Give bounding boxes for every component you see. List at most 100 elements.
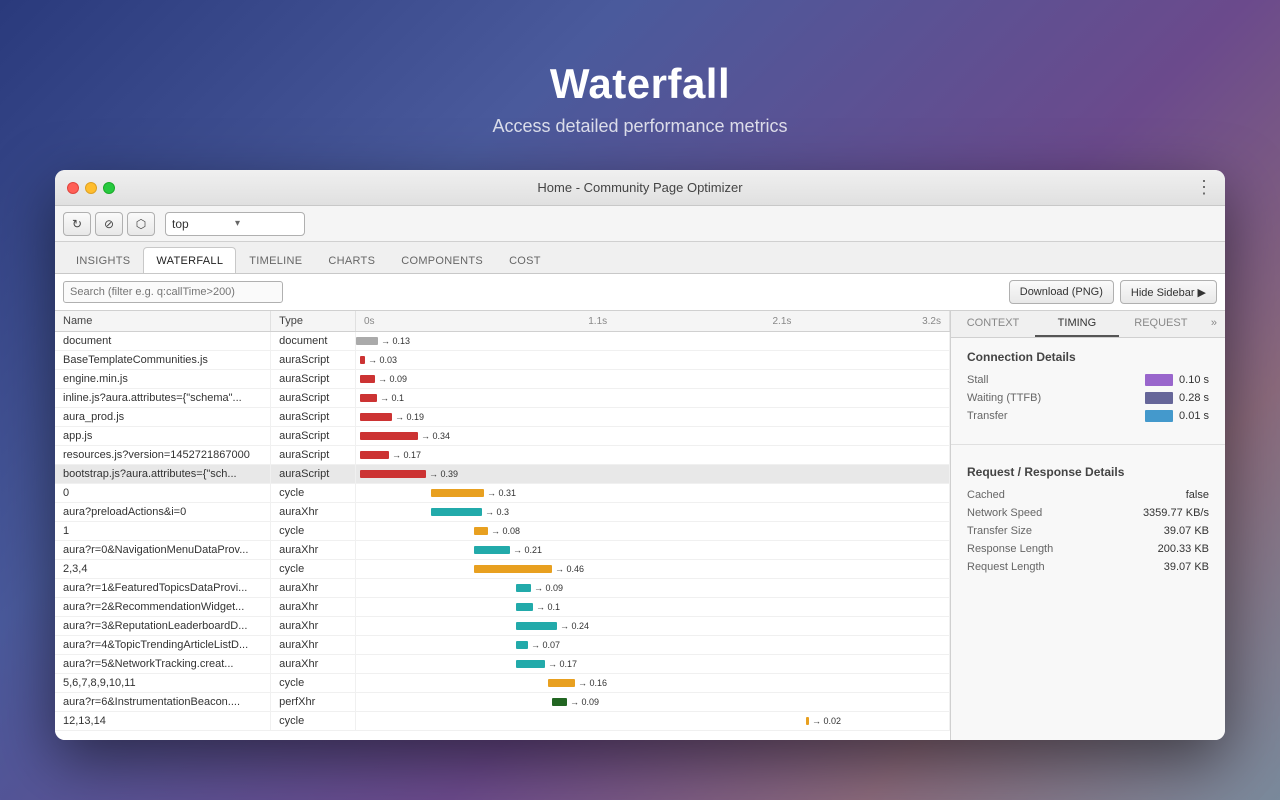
maximize-button[interactable] (103, 182, 115, 194)
hide-sidebar-button[interactable]: Hide Sidebar ▶ (1120, 280, 1217, 304)
tab-charts[interactable]: CHARTS (315, 247, 388, 273)
cell-type: auraXhr (271, 503, 356, 522)
traffic-lights (67, 182, 115, 194)
response-length-label: Response Length (967, 543, 1053, 555)
main-content: Name Type 0s 1.1s 2.1s 3.2s doc (55, 311, 1225, 740)
transfer-color-swatch (1145, 410, 1173, 422)
transfer-size-label: Transfer Size (967, 525, 1032, 537)
tab-components[interactable]: COMPONENTS (388, 247, 496, 273)
cell-timeline: → 0.1 (356, 598, 950, 617)
request-length-row: Request Length 39.07 KB (967, 561, 1209, 573)
sidebar-next-icon[interactable]: » (1203, 311, 1225, 337)
refresh-button[interactable]: ↻ (63, 212, 91, 236)
timeline-label: → 0.19 (395, 412, 424, 422)
table-row[interactable]: aura?r=2&RecommendationWidget...auraXhr→… (55, 598, 950, 617)
sidebar-tab-context[interactable]: CONTEXT (951, 311, 1035, 337)
tab-timeline[interactable]: TIMELINE (236, 247, 315, 273)
table-row[interactable]: BaseTemplateCommunities.jsauraScript→ 0.… (55, 351, 950, 370)
timeline-bar (516, 660, 545, 668)
tab-cost[interactable]: COST (496, 247, 554, 273)
stall-color-swatch (1145, 374, 1173, 386)
cell-name: inline.js?aura.attributes={"schema"... (55, 389, 271, 408)
cell-name: app.js (55, 427, 271, 446)
timeline-bar (360, 356, 365, 364)
tab-waterfall[interactable]: WATERFALL (143, 247, 236, 273)
timeline-label: → 0.24 (560, 621, 589, 631)
minimize-button[interactable] (85, 182, 97, 194)
cell-timeline: → 0.24 (356, 617, 950, 636)
timeline-label: → 0.09 (378, 374, 407, 384)
timeline-label: → 0.34 (421, 431, 450, 441)
ttfb-color-swatch (1145, 392, 1173, 404)
table-row[interactable]: aura?r=5&NetworkTracking.creat...auraXhr… (55, 655, 950, 674)
transfer-value: 0.01 s (1179, 410, 1209, 422)
titlebar-menu-icon[interactable]: ⋮ (1195, 177, 1213, 198)
table-row[interactable]: resources.js?version=1452721867000auraSc… (55, 446, 950, 465)
cell-type: auraScript (271, 351, 356, 370)
download-button[interactable]: Download (PNG) (1009, 280, 1114, 304)
timeline-label: → 0.09 (534, 583, 563, 593)
stall-value-group: 0.10 s (1145, 374, 1209, 386)
timeline-label: → 0.21 (513, 545, 542, 555)
timeline-label: → 0.16 (578, 678, 607, 688)
table-row[interactable]: app.jsauraScript → 0.34 (55, 427, 950, 446)
ttfb-row: Waiting (TTFB) 0.28 s (967, 392, 1209, 404)
table-row[interactable]: aura?r=4&TopicTrendingArticleListD...aur… (55, 636, 950, 655)
close-button[interactable] (67, 182, 79, 194)
stall-value: 0.10 s (1179, 374, 1209, 386)
cell-type: cycle (271, 560, 356, 579)
timeline-bar (548, 679, 575, 687)
table-row[interactable]: engine.min.jsauraScript→ 0.09 (55, 370, 950, 389)
cell-type: auraScript (271, 427, 356, 446)
search-input[interactable] (63, 281, 283, 303)
cell-timeline: → 0.17 (356, 446, 950, 465)
timeline-label: → 0.17 (548, 659, 577, 669)
timeline-label: → 0.3 (485, 507, 509, 517)
table-row[interactable]: 2,3,4cycle→ 0.46 (55, 560, 950, 579)
search-bar: Download (PNG) Hide Sidebar ▶ (55, 274, 1225, 311)
hero-subtitle: Access detailed performance metrics (0, 116, 1280, 137)
cell-name: aura?r=6&InstrumentationBeacon.... (55, 693, 271, 712)
page-selector[interactable]: top ▾ (165, 212, 305, 236)
cell-timeline: → 0.09 (356, 693, 950, 712)
sidebar-tab-timing[interactable]: TIMING (1035, 311, 1119, 337)
table-row[interactable]: 5,6,7,8,9,10,11cycle→ 0.16 (55, 674, 950, 693)
table-row[interactable]: inline.js?aura.attributes={"schema"...au… (55, 389, 950, 408)
cell-timeline: → 0.16 (356, 674, 950, 693)
ttfb-label: Waiting (TTFB) (967, 392, 1041, 404)
table-row[interactable]: aura?preloadActions&i=0auraXhr→ 0.3 (55, 503, 950, 522)
table-area: Name Type 0s 1.1s 2.1s 3.2s doc (55, 311, 950, 740)
ttfb-value: 0.28 s (1179, 392, 1209, 404)
timeline-bar (516, 641, 528, 649)
stop-button[interactable]: ⊘ (95, 212, 123, 236)
table-row[interactable]: aura_prod.jsauraScript→ 0.19 (55, 408, 950, 427)
cell-timeline: → 0.09 (356, 370, 950, 389)
table-row[interactable]: aura?r=1&FeaturedTopicsDataProvi...auraX… (55, 579, 950, 598)
cell-timeline: → 0.31 (356, 484, 950, 503)
network-speed-value: 3359.77 KB/s (1143, 507, 1209, 519)
timeline-bar (360, 451, 389, 459)
table-row[interactable]: 1cycle→ 0.08 (55, 522, 950, 541)
cell-name: engine.min.js (55, 370, 271, 389)
tab-insights[interactable]: INSIGHTS (63, 247, 143, 273)
connection-details-title: Connection Details (967, 350, 1209, 364)
sidebar-tab-request[interactable]: REQUEST (1119, 311, 1203, 337)
table-row[interactable]: aura?r=6&InstrumentationBeacon....perfXh… (55, 693, 950, 712)
request-length-value: 39.07 KB (1164, 561, 1209, 573)
timeline-label: → 0.1 (380, 393, 404, 403)
table-row[interactable]: 12,13,14cycle→ 0.02 (55, 712, 950, 731)
timeline-bar (516, 622, 557, 630)
window-title: Home - Community Page Optimizer (537, 180, 742, 195)
cell-name: aura?r=3&ReputationLeaderboardD... (55, 617, 271, 636)
table-row[interactable]: bootstrap.js?aura.attributes={"sch...aur… (55, 465, 950, 484)
table-row[interactable]: 0cycle→ 0.31 (55, 484, 950, 503)
table-row[interactable]: documentdocument→ 0.13 (55, 332, 950, 351)
table-row[interactable]: aura?r=0&NavigationMenuDataProv...auraXh… (55, 541, 950, 560)
timeline-bar (360, 375, 375, 383)
open-button[interactable]: ⬡ (127, 212, 155, 236)
table-row[interactable]: aura?r=3&ReputationLeaderboardD...auraXh… (55, 617, 950, 636)
stall-label: Stall (967, 374, 988, 386)
cell-type: auraXhr (271, 541, 356, 560)
waterfall-table: Name Type 0s 1.1s 2.1s 3.2s doc (55, 311, 950, 731)
cell-timeline: → 0.39 (356, 465, 950, 484)
